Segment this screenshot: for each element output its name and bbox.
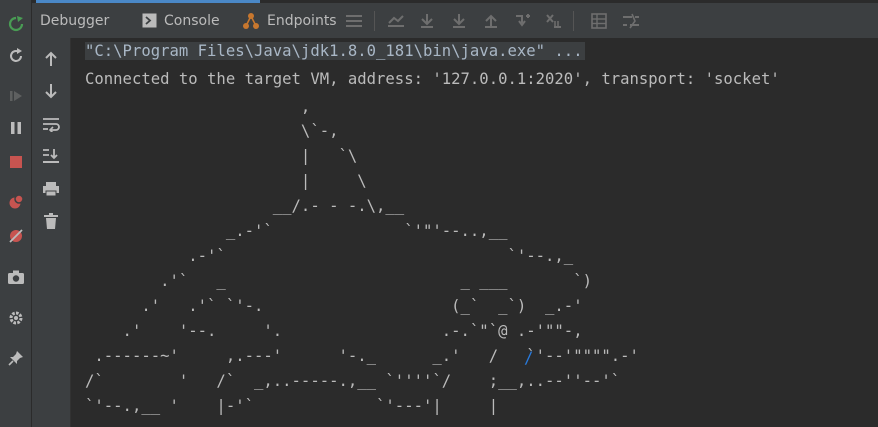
down-arrow-icon[interactable] [32, 76, 70, 106]
toolbar-divider [573, 11, 574, 31]
rerun-icon[interactable] [0, 10, 31, 38]
step-into-icon[interactable] [449, 11, 469, 31]
stop-icon[interactable] [0, 148, 31, 176]
highlighted-slash[interactable]: / [524, 347, 533, 370]
tab-endpoints-label: Endpoints [267, 12, 337, 29]
evaluate-expression-icon[interactable] [544, 11, 564, 31]
tab-endpoints[interactable]: Endpoints [242, 3, 337, 38]
ascii-art-line: /` ' /` _,..-----.,__ `''''`/ ;__,..--''… [85, 372, 621, 390]
console-side-toolbar [32, 38, 71, 427]
endpoints-icon [242, 12, 260, 30]
console-command-line: "C:\Program Files\Java\jdk1.8.0_181\bin\… [85, 40, 585, 63]
ascii-art-line: \`-, [85, 122, 339, 140]
toolbar-divider [374, 11, 375, 31]
print-icon[interactable] [32, 174, 70, 204]
ascii-art-line: __/.- - -.\,__ [85, 197, 405, 215]
console-connected-line: Connected to the target VM, address: '12… [85, 70, 780, 88]
debug-left-toolbar [0, 0, 32, 427]
ascii-art-line: `'--.,__ ' |-'` `'---'| | [85, 397, 499, 415]
tab-console-label: Console [164, 12, 220, 29]
ascii-art-line: .' .'` `'-. (_` _`) _.-' [85, 297, 583, 315]
resume-icon[interactable] [0, 82, 31, 110]
camera-icon[interactable] [0, 263, 31, 291]
step-over-icon[interactable] [417, 11, 437, 31]
tab-console[interactable]: Console [132, 3, 232, 38]
trash-icon[interactable] [32, 206, 70, 236]
show-execution-point-icon[interactable] [386, 11, 406, 31]
java-command: "C:\Program Files\Java\jdk1.8.0_181\bin\… [85, 42, 585, 60]
ascii-art-line: _.-'` `'"'--..,__ [85, 222, 508, 240]
mute-breakpoints-icon[interactable] [0, 222, 31, 250]
menu-icon[interactable] [344, 11, 364, 31]
tab-debugger[interactable]: Debugger [40, 3, 109, 38]
scroll-to-end-icon[interactable] [32, 141, 70, 171]
ascii-art-line: , [85, 98, 311, 116]
pin-icon[interactable] [0, 344, 31, 372]
ascii-art-line: | \ [85, 172, 367, 190]
ascii-art-line: .-'` `'--.,_ [85, 247, 574, 265]
up-arrow-icon[interactable] [32, 44, 70, 74]
table-icon[interactable] [589, 11, 609, 31]
refresh-icon[interactable] [0, 42, 31, 70]
settings-icon[interactable] [0, 304, 31, 332]
run-to-cursor-icon[interactable] [513, 11, 533, 31]
soft-wrap-icon[interactable] [32, 109, 70, 139]
ascii-art-line: .' '--. '. .-.`"`@ .-'""-, [85, 322, 583, 340]
pause-icon[interactable] [0, 114, 31, 142]
ascii-art-line: | `\ [85, 147, 358, 165]
debug-tab-toolbar: Debugger Console Endpoints [32, 3, 878, 39]
console-output[interactable]: "C:\Program Files\Java\jdk1.8.0_181\bin\… [71, 38, 878, 427]
settings-list-icon[interactable] [621, 11, 641, 31]
view-breakpoints-icon[interactable] [0, 188, 31, 216]
ascii-art-line: .------~' ,.---' '-._ _.' / `'--'"""".-' [85, 347, 639, 365]
console-icon [142, 13, 157, 28]
tab-debugger-label: Debugger [40, 12, 110, 29]
step-out-icon[interactable] [481, 11, 501, 31]
ascii-art-line: .'` _ _ ___ `) [85, 272, 592, 290]
